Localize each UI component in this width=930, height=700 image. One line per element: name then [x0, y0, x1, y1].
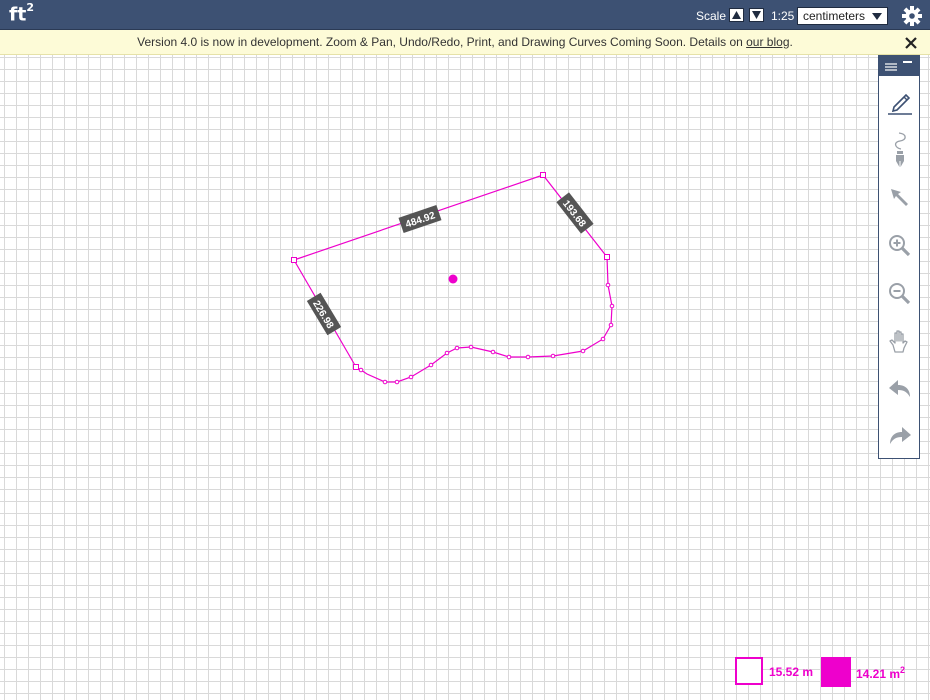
shape-center-point [448, 274, 458, 284]
notice-banner: Version 4.0 is now in development. Zoom … [0, 30, 930, 55]
curve-point [525, 354, 531, 360]
area-value-wrapper: 14.21 m2 [856, 665, 905, 681]
chevron-down-icon [872, 13, 882, 20]
curve-point [506, 354, 512, 360]
curve-point [608, 322, 614, 328]
scale-label: Scale [696, 9, 727, 23]
vertex-handle [540, 172, 546, 178]
area-unit-superscript: 2 [900, 665, 906, 675]
curve-point [428, 362, 434, 368]
logo-text: ft [9, 3, 27, 26]
vertex-handle [291, 257, 297, 263]
measurement-label-left: 226.98 [306, 292, 342, 336]
pen-curve-icon[interactable] [887, 131, 913, 171]
curve-point [382, 379, 388, 385]
close-icon[interactable] [904, 36, 918, 50]
perimeter-value: 15.52 m [769, 665, 814, 679]
area-value: 14.21 m [856, 667, 901, 681]
curve-point [490, 349, 496, 355]
curve-point [408, 374, 414, 380]
top-bar: ft2 Scale 1:25 centimeters [0, 0, 930, 30]
scale-down-button[interactable] [749, 8, 764, 22]
vertex-handle [353, 364, 359, 370]
curve-point [454, 345, 460, 351]
notice-suffix: . [789, 35, 793, 49]
curve-point [444, 350, 450, 356]
zoom-in-icon[interactable] [887, 233, 913, 259]
pencil-icon[interactable] [887, 89, 913, 115]
notice-text: Version 4.0 is now in development. Zoom … [137, 35, 747, 49]
zoom-out-icon[interactable] [887, 281, 913, 307]
curve-point [605, 282, 611, 288]
area-swatch [821, 657, 851, 687]
scale-up-button[interactable] [729, 8, 744, 22]
gear-icon[interactable] [901, 5, 923, 27]
undo-icon[interactable] [887, 376, 913, 402]
curve-point [580, 348, 586, 354]
curve-point [550, 353, 556, 359]
menu-icon [885, 61, 912, 71]
curve-point [358, 367, 364, 373]
triangle-down-icon [752, 11, 761, 19]
app-logo: ft2 [9, 1, 35, 26]
hand-pan-icon[interactable] [887, 328, 913, 354]
scale-value: 1:25 [771, 9, 795, 23]
perimeter-swatch [735, 657, 763, 685]
curve-point [468, 344, 474, 350]
curve-point [394, 379, 400, 385]
curve-point [600, 336, 606, 342]
tool-palette [878, 55, 920, 459]
floorplan-drawing: 484.92 193.68 226.98 [291, 172, 615, 385]
drawing-canvas[interactable]: 484.92 193.68 226.98 [0, 55, 930, 700]
tool-palette-header[interactable] [879, 56, 919, 76]
select-arrow-icon[interactable] [887, 185, 913, 211]
units-dropdown[interactable]: centimeters [797, 7, 888, 25]
units-selected-value: centimeters [803, 9, 866, 23]
blog-link[interactable]: our blog [746, 35, 789, 49]
triangle-up-icon [732, 11, 741, 19]
logo-superscript: 2 [26, 1, 35, 14]
measurement-label-right: 193.68 [556, 192, 594, 234]
measurement-label-top: 484.92 [398, 204, 442, 234]
curve-point [609, 303, 615, 309]
vertex-handle [604, 254, 610, 260]
redo-icon[interactable] [887, 423, 913, 449]
